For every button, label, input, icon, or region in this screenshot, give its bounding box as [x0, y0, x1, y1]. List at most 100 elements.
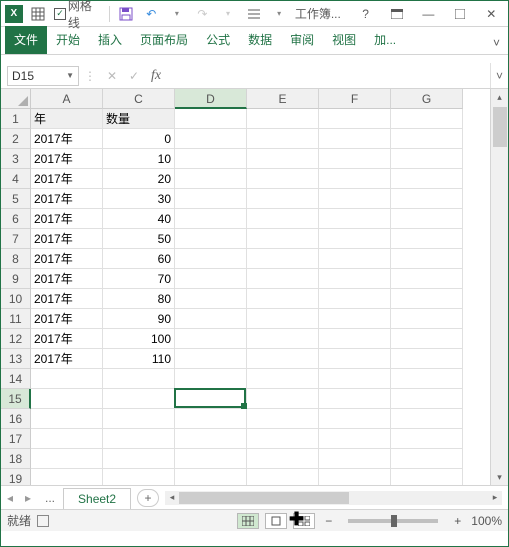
col-header-D[interactable]: D: [175, 89, 247, 109]
cell-A3[interactable]: 2017年: [31, 149, 103, 169]
cell-E1[interactable]: [247, 109, 319, 129]
cell-F6[interactable]: [319, 209, 391, 229]
cell-D1[interactable]: [175, 109, 247, 129]
tab-insert[interactable]: 插入: [89, 26, 131, 54]
row-header-15[interactable]: 15: [1, 389, 31, 409]
zoom-in-button[interactable]: +: [450, 514, 465, 528]
cell-D5[interactable]: [175, 189, 247, 209]
cell-A12[interactable]: 2017年: [31, 329, 103, 349]
zoom-out-button[interactable]: −: [321, 514, 336, 528]
row-header-7[interactable]: 7: [1, 229, 31, 249]
cell-C3[interactable]: 10: [103, 149, 175, 169]
cell-G12[interactable]: [391, 329, 463, 349]
cell-A10[interactable]: 2017年: [31, 289, 103, 309]
horizontal-scrollbar[interactable]: ◂ ▸: [165, 491, 502, 505]
tab-formula[interactable]: 公式: [197, 26, 239, 54]
cell-C19[interactable]: [103, 469, 175, 485]
cell-G1[interactable]: [391, 109, 463, 129]
row-header-11[interactable]: 11: [1, 309, 31, 329]
tab-home[interactable]: 开始: [47, 26, 89, 54]
cell-F13[interactable]: [319, 349, 391, 369]
cell-F5[interactable]: [319, 189, 391, 209]
col-header-E[interactable]: E: [247, 89, 319, 109]
cell-F14[interactable]: [319, 369, 391, 389]
fx-button[interactable]: fx: [145, 65, 167, 87]
cell-A9[interactable]: 2017年: [31, 269, 103, 289]
col-header-F[interactable]: F: [319, 89, 391, 109]
cell-G19[interactable]: [391, 469, 463, 485]
add-sheet-button[interactable]: +: [137, 489, 159, 507]
cell-F10[interactable]: [319, 289, 391, 309]
cell-C10[interactable]: 80: [103, 289, 175, 309]
view-pagebreak-button[interactable]: [293, 513, 315, 529]
cell-A2[interactable]: 2017年: [31, 129, 103, 149]
cell-A17[interactable]: [31, 429, 103, 449]
scroll-down-icon[interactable]: ▾: [491, 469, 508, 485]
macro-record-icon[interactable]: [37, 515, 49, 527]
cell-D18[interactable]: [175, 449, 247, 469]
cell-E12[interactable]: [247, 329, 319, 349]
cell-C7[interactable]: 50: [103, 229, 175, 249]
cell-D8[interactable]: [175, 249, 247, 269]
tab-review[interactable]: 审阅: [281, 26, 323, 54]
cell-F19[interactable]: [319, 469, 391, 485]
view-pagelayout-button[interactable]: [265, 513, 287, 529]
cell-F17[interactable]: [319, 429, 391, 449]
cell-F1[interactable]: [319, 109, 391, 129]
scroll-right-icon[interactable]: ▸: [488, 492, 502, 503]
row-header-12[interactable]: 12: [1, 329, 31, 349]
cell-D11[interactable]: [175, 309, 247, 329]
cell-A7[interactable]: 2017年: [31, 229, 103, 249]
zoom-slider[interactable]: [348, 519, 438, 523]
cell-F11[interactable]: [319, 309, 391, 329]
zoom-value[interactable]: 100%: [471, 514, 502, 528]
cell-C14[interactable]: [103, 369, 175, 389]
help-button[interactable]: ?: [353, 3, 378, 25]
cell-E8[interactable]: [247, 249, 319, 269]
cell-A14[interactable]: [31, 369, 103, 389]
cell-C16[interactable]: [103, 409, 175, 429]
cell-C9[interactable]: 70: [103, 269, 175, 289]
cell-F12[interactable]: [319, 329, 391, 349]
row-header-13[interactable]: 13: [1, 349, 31, 369]
cell-C15[interactable]: [103, 389, 175, 409]
redo-dropdown[interactable]: ▾: [218, 4, 238, 24]
cell-E4[interactable]: [247, 169, 319, 189]
undo-dropdown[interactable]: ▾: [167, 4, 187, 24]
row-header-19[interactable]: 19: [1, 469, 31, 485]
cell-C1[interactable]: 数量: [103, 109, 175, 129]
zoom-knob[interactable]: [391, 515, 397, 527]
row-header-4[interactable]: 4: [1, 169, 31, 189]
cell-A1[interactable]: 年: [31, 109, 103, 129]
cell-A5[interactable]: 2017年: [31, 189, 103, 209]
row-header-14[interactable]: 14: [1, 369, 31, 389]
list-icon[interactable]: [244, 4, 264, 24]
row-header-9[interactable]: 9: [1, 269, 31, 289]
cell-C13[interactable]: 110: [103, 349, 175, 369]
cell-E17[interactable]: [247, 429, 319, 449]
cell-E16[interactable]: [247, 409, 319, 429]
cell-G3[interactable]: [391, 149, 463, 169]
cell-G6[interactable]: [391, 209, 463, 229]
cell-A6[interactable]: 2017年: [31, 209, 103, 229]
tab-view[interactable]: 视图: [323, 26, 365, 54]
cell-G17[interactable]: [391, 429, 463, 449]
row-header-10[interactable]: 10: [1, 289, 31, 309]
cell-G15[interactable]: [391, 389, 463, 409]
cell-G13[interactable]: [391, 349, 463, 369]
close-button[interactable]: ✕: [479, 3, 504, 25]
cell-G16[interactable]: [391, 409, 463, 429]
cell-D17[interactable]: [175, 429, 247, 449]
col-header-G[interactable]: G: [391, 89, 463, 109]
cell-G9[interactable]: [391, 269, 463, 289]
cell-A16[interactable]: [31, 409, 103, 429]
cell-F15[interactable]: [319, 389, 391, 409]
view-normal-button[interactable]: [237, 513, 259, 529]
formula-input[interactable]: [167, 66, 490, 86]
cell-D16[interactable]: [175, 409, 247, 429]
cell-D15[interactable]: [175, 389, 247, 409]
tab-data[interactable]: 数据: [239, 26, 281, 54]
row-header-1[interactable]: 1: [1, 109, 31, 129]
cell-A18[interactable]: [31, 449, 103, 469]
cell-F16[interactable]: [319, 409, 391, 429]
